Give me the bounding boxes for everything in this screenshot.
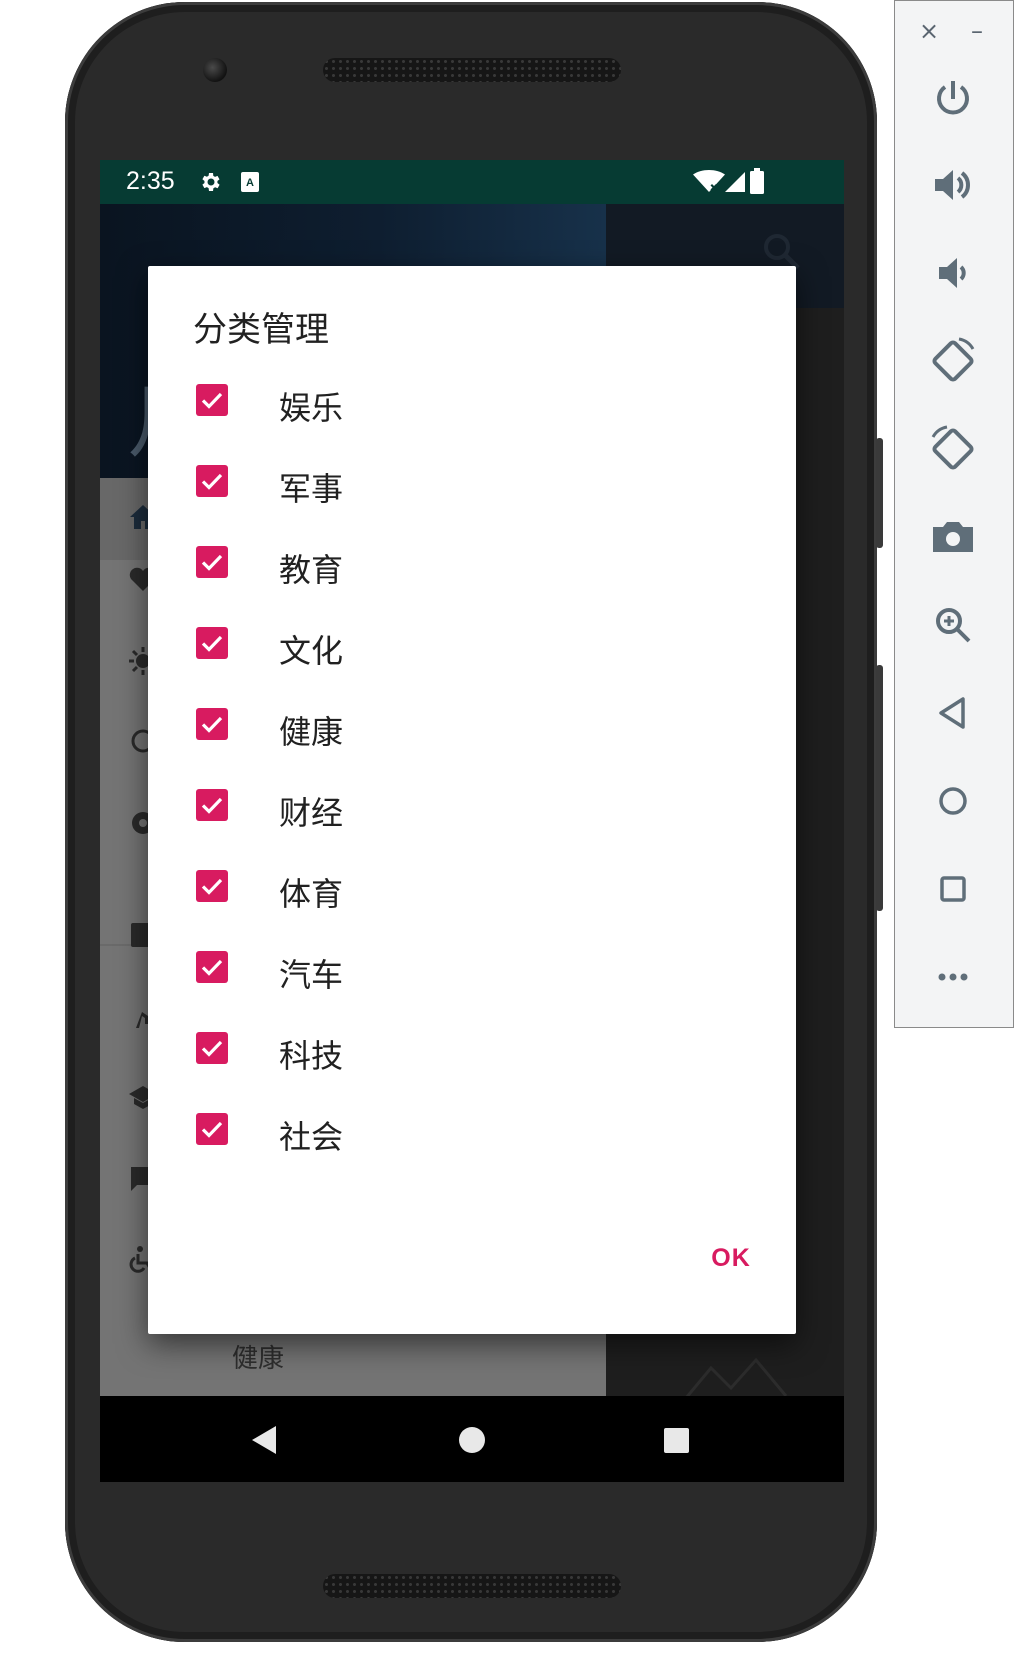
volume-down-icon[interactable] [925, 245, 981, 301]
checkmark-icon [201, 716, 223, 733]
checkbox[interactable] [196, 627, 228, 659]
checkmark-icon [201, 635, 223, 652]
option-label: 汽车 [279, 956, 344, 994]
category-dialog: 分类管理 娱乐 军事 教育 文化 健康 财经 体育 汽车 科技 社会 OK [148, 266, 796, 1334]
option-row[interactable]: 文化 [148, 601, 796, 687]
drawer-item-label: 健康 [232, 1344, 285, 1374]
home-icon[interactable] [925, 773, 981, 829]
option-label: 体育 [279, 875, 344, 913]
bottom-speaker [323, 1574, 621, 1598]
option-row[interactable]: 科技 [148, 1006, 796, 1092]
close-icon[interactable]: × [919, 17, 939, 45]
power-icon[interactable] [925, 71, 981, 127]
checkbox[interactable] [196, 1032, 228, 1064]
minimize-icon[interactable]: – [971, 17, 983, 45]
battery-icon [750, 168, 764, 194]
option-row[interactable]: 教育 [148, 520, 796, 606]
checkmark-icon [201, 1040, 223, 1057]
gear-icon [202, 173, 220, 191]
option-label: 健康 [279, 713, 344, 751]
option-label: 财经 [279, 794, 344, 832]
checkbox[interactable] [196, 546, 228, 578]
option-row[interactable]: 健康 [148, 682, 796, 768]
dialog-title: 分类管理 [193, 310, 329, 350]
more-icon[interactable] [925, 949, 981, 1005]
option-row[interactable]: 汽车 [148, 925, 796, 1011]
signal-icon [725, 172, 745, 192]
status-bar: 2:35 A [100, 160, 844, 204]
checkbox[interactable] [196, 384, 228, 416]
checkmark-icon [201, 473, 223, 490]
side-volume-button [876, 665, 883, 911]
status-time: 2:35 [126, 167, 175, 195]
option-label: 科技 [279, 1037, 344, 1075]
checkbox[interactable] [196, 708, 228, 740]
earpiece-speaker [323, 58, 621, 82]
checkmark-icon [201, 392, 223, 409]
zoom-icon[interactable] [925, 597, 981, 653]
checkmark-icon [201, 1121, 223, 1138]
rotate-right-icon[interactable] [925, 421, 981, 477]
device-screen: 2:35 A 月 [100, 160, 844, 1482]
volume-up-icon[interactable] [925, 157, 981, 213]
checkmark-icon [201, 959, 223, 976]
option-label: 文化 [279, 632, 344, 670]
camera-icon[interactable] [925, 509, 981, 565]
checkbox[interactable] [196, 465, 228, 497]
option-label: 教育 [279, 551, 344, 589]
front-camera [203, 58, 227, 82]
wifi-off-icon [693, 170, 725, 192]
overview-icon[interactable] [925, 861, 981, 917]
checkbox[interactable] [196, 870, 228, 902]
option-row[interactable]: 财经 [148, 763, 796, 849]
option-row[interactable]: 军事 [148, 439, 796, 525]
checkbox[interactable] [196, 1113, 228, 1145]
svg-text:A: A [246, 177, 254, 189]
checkbox[interactable] [196, 789, 228, 821]
option-row[interactable]: 娱乐 [148, 358, 796, 444]
side-power-button [876, 438, 883, 548]
emulator-toolbar: × – [894, 0, 1014, 1028]
checkmark-icon [201, 797, 223, 814]
back-icon[interactable] [252, 1426, 276, 1454]
recents-icon[interactable] [664, 1428, 689, 1453]
option-label: 军事 [279, 470, 344, 508]
checkmark-icon [201, 878, 223, 895]
rotate-left-icon[interactable] [925, 333, 981, 389]
option-label: 社会 [279, 1118, 344, 1156]
home-icon[interactable] [459, 1427, 485, 1453]
option-row[interactable]: 体育 [148, 844, 796, 930]
checkmark-icon [201, 554, 223, 571]
ok-button[interactable]: OK [696, 1228, 766, 1288]
back-icon[interactable] [925, 685, 981, 741]
option-row[interactable]: 社会 [148, 1087, 796, 1173]
a11y-a-icon: A [241, 172, 259, 192]
checkbox[interactable] [196, 951, 228, 983]
option-label: 娱乐 [279, 389, 344, 427]
system-navigation-bar [100, 1396, 844, 1482]
